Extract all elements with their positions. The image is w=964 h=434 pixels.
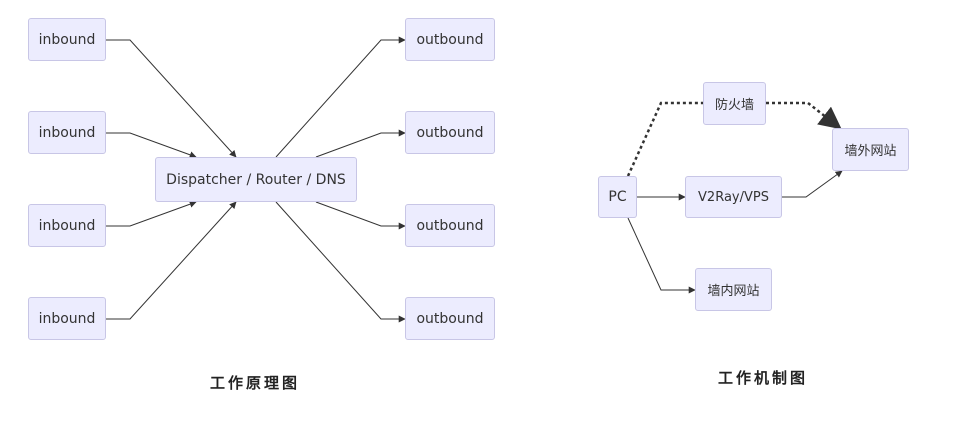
outbound-node-2-label: outbound <box>416 124 484 141</box>
edge-pc-to-firewall <box>626 101 703 177</box>
edge-dispatcher-to-outbound-1 <box>275 36 406 158</box>
inbound-node-4-label: inbound <box>38 310 96 327</box>
outbound-node-1: outbound <box>405 18 495 61</box>
edge-inbound-2-to-dispatcher <box>106 132 197 159</box>
edge-dispatcher-to-outbound-2 <box>315 129 406 158</box>
outside-site-node: 墙外网站 <box>832 128 909 171</box>
firewall-node: 防火墙 <box>703 82 766 125</box>
edge-firewall-to-outside <box>766 101 842 130</box>
edge-dispatcher-to-outbound-3 <box>315 201 406 230</box>
dispatcher-node-label: Dispatcher / Router / DNS <box>166 171 346 188</box>
outbound-node-3-label: outbound <box>416 217 484 234</box>
inbound-node-2-label: inbound <box>38 124 96 141</box>
proxy-node: V2Ray/VPS <box>685 176 782 218</box>
edge-inbound-3-to-dispatcher <box>106 200 197 227</box>
right-diagram-caption: 工作机制图 <box>718 369 809 387</box>
inside-site-node: 墙内网站 <box>695 268 772 311</box>
inbound-node-2: inbound <box>28 111 106 154</box>
outside-site-node-label: 墙外网站 <box>844 144 897 159</box>
left-diagram-caption: 工作原理图 <box>210 374 301 392</box>
edge-proxy-to-outside <box>782 170 843 198</box>
firewall-node-label: 防火墙 <box>714 98 754 113</box>
dispatcher-node: Dispatcher / Router / DNS <box>155 157 357 202</box>
edge-pc-to-inside-site <box>627 217 696 294</box>
edge-inbound-1-to-dispatcher <box>106 39 237 158</box>
inbound-node-4: inbound <box>28 297 106 340</box>
inbound-node-1-label: inbound <box>38 31 96 48</box>
diagram-canvas: inbound inbound inbound inbound Dispatch… <box>0 0 964 434</box>
outbound-node-2: outbound <box>405 111 495 154</box>
outbound-node-3: outbound <box>405 204 495 247</box>
pc-node: PC <box>598 176 637 218</box>
outbound-node-1-label: outbound <box>416 31 484 48</box>
inbound-node-1: inbound <box>28 18 106 61</box>
inbound-node-3: inbound <box>28 204 106 247</box>
inside-site-node-label: 墙内网站 <box>707 284 760 299</box>
outbound-node-4-label: outbound <box>416 310 484 327</box>
proxy-node-label: V2Ray/VPS <box>698 189 769 205</box>
pc-node-label: PC <box>608 189 627 205</box>
edge-dispatcher-to-outbound-4 <box>275 201 406 323</box>
inbound-node-3-label: inbound <box>38 217 96 234</box>
outbound-node-4: outbound <box>405 297 495 340</box>
edge-inbound-4-to-dispatcher <box>106 201 237 320</box>
